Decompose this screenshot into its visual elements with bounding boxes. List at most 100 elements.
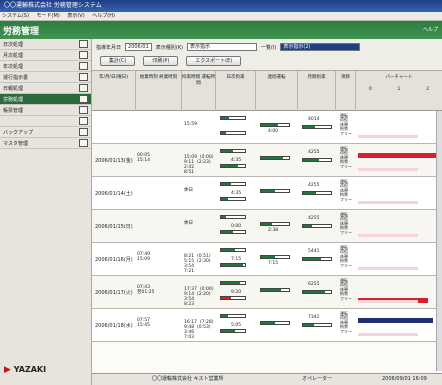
- bar-fill: [221, 132, 226, 134]
- cont-bars: [260, 276, 300, 309]
- sidebar-item-master[interactable]: マスタ管理: [0, 138, 91, 149]
- month-bars: 4014: [300, 111, 340, 144]
- month-bars: 4255: [300, 177, 340, 210]
- status-operator: オペレーター: [302, 376, 333, 382]
- page-title: 労務管理: [3, 27, 40, 37]
- bar: [220, 314, 246, 318]
- month-bars: 5441: [300, 243, 340, 276]
- table-row[interactable]: 2006/01/18(水) 07:57 15:45 16:17 (7:28) 9:4…: [92, 309, 442, 342]
- period-select[interactable]: 2006/01: [125, 43, 152, 51]
- vertical-scrollbar[interactable]: [436, 111, 442, 371]
- status-datetime: 2006/09/01 16:09: [382, 376, 427, 382]
- bar-fill: [221, 165, 238, 167]
- bar: [220, 296, 246, 300]
- chart-icon: [79, 95, 88, 103]
- day-total-bars: 9:20: [217, 276, 257, 309]
- day-total-bars: 4:35: [217, 177, 257, 210]
- table-row[interactable]: 2006/01/13(金) 00:05 15:14 15:09 (0:00) 9:1…: [92, 144, 442, 177]
- menu-view[interactable]: 表示(V): [67, 13, 84, 19]
- sidebar-item-label: 日報処理: [3, 85, 24, 92]
- display-label: 表示種別(K): [155, 44, 183, 51]
- logo-arrow-icon: ▶: [4, 365, 11, 375]
- cont-bars: 7:15: [260, 243, 300, 276]
- bar: [260, 156, 290, 160]
- bar: [260, 123, 290, 127]
- cont-bars: [260, 309, 300, 342]
- display-select[interactable]: 表示指示: [186, 43, 257, 51]
- bar-fill: [261, 157, 284, 159]
- row-date: 2006/01/16(月): [95, 257, 133, 263]
- bar: [220, 131, 246, 135]
- main-panel: 指導年月日 2006/01 表示種別(K) 表示指示 一覧(I) 表示指示(2)…: [92, 39, 442, 385]
- table-icon: [79, 139, 88, 147]
- sidebar-item-report[interactable]: 日報処理: [0, 83, 91, 94]
- sidebar-item-monthly[interactable]: 月次処理: [0, 50, 91, 61]
- bar-fill: [221, 282, 241, 284]
- sidebar-item-label: バックアップ: [3, 129, 34, 136]
- row-date: 2006/01/18(水): [95, 323, 133, 329]
- table-row[interactable]: 15:59 4:00 4014 運転 荷役 休憩 拘束 フリー: [92, 111, 442, 144]
- bar-fill: [221, 330, 236, 332]
- row-value: 4255: [308, 183, 320, 188]
- sidebar-item-label: 年次処理: [3, 63, 24, 70]
- col-continuous: 連続運転: [256, 71, 298, 111]
- sidebar-item-label: 帳票管理: [3, 107, 24, 114]
- sidebar-item-forms[interactable]: 帳票管理: [0, 105, 91, 116]
- col-day-total: 日次拘束: [216, 71, 256, 111]
- sidebar-item-yearly[interactable]: 年次処理: [0, 61, 91, 72]
- row-work: 15:09 (0:00) 9:11 (2:23) 2:42 8:51: [184, 155, 214, 175]
- row-value: 4255: [308, 150, 320, 155]
- bar-fill: [221, 183, 231, 185]
- row-work: 休日: [184, 221, 193, 226]
- day-total-bars: [217, 111, 257, 144]
- bar-chart-band-light: [358, 333, 418, 336]
- table-row[interactable]: 2006/01/17(火) 07:43 翌01:25 17:37 (0:00) 9:…: [92, 276, 442, 309]
- bar-chart-band: [358, 153, 436, 158]
- calendar-icon: [79, 40, 88, 48]
- bar: [302, 224, 332, 228]
- bar: [302, 125, 332, 129]
- status-bar: 〇〇運輸株式会社 キスト営業所 オペレーター 2006/09/01 16:09: [92, 373, 442, 385]
- menu-system[interactable]: システム(S): [2, 13, 29, 19]
- month-bars: 7341: [300, 309, 340, 342]
- aggregate-button[interactable]: 集計(C): [100, 56, 136, 66]
- calendar-icon: [79, 51, 88, 59]
- sidebar-item-label: マスタ管理: [3, 140, 29, 147]
- menu-mode[interactable]: モード(M): [37, 13, 60, 19]
- row-value: 7:15: [268, 261, 279, 266]
- sidebar-item-backup[interactable]: バックアップ: [0, 127, 91, 138]
- sidebar: 日次処理 月次処理 年次処理 運行指示書 日報処理 労務処理 帳票管理 バックア…: [0, 39, 92, 385]
- bar: [220, 230, 246, 234]
- table-row[interactable]: 2006/01/16(月) 07:49 15:09 8:21 (0:51) 5:15…: [92, 243, 442, 276]
- sidebar-item-daily[interactable]: 日次処理: [0, 39, 91, 50]
- help-link[interactable]: ヘルプ: [423, 26, 438, 33]
- sidebar-item-instruction[interactable]: 運行指示書: [0, 72, 91, 83]
- sidebar-item-labor[interactable]: 労務処理: [0, 94, 91, 105]
- row-items: 運転 荷役 休憩 拘束 フリー: [340, 311, 352, 334]
- bar: [260, 288, 290, 292]
- bar: [260, 255, 290, 259]
- bar-chart-band-light: [358, 267, 418, 270]
- row-value: 4:35: [231, 158, 242, 163]
- export-button[interactable]: エクスポート(E): [186, 56, 242, 66]
- bar: [260, 321, 290, 325]
- app-header: 労務管理 ヘルプ: [0, 21, 442, 39]
- scale-1: 1: [397, 87, 401, 92]
- bar-fill: [221, 315, 229, 317]
- bar: [220, 197, 246, 201]
- list-label: 一覧(I): [260, 44, 277, 51]
- bar-chart-band-light: [358, 168, 418, 171]
- table-row[interactable]: 2006/01/15(日) 休日 0:00 2:38 4255 運転 荷役 休憩 拘束 フリー: [92, 210, 442, 243]
- col-work: 拘束時間 運転時間: [182, 71, 216, 111]
- table-row[interactable]: 2006/01/14(土) 休日 4:35 4255 運転 荷役 休憩 拘束 フリー: [92, 177, 442, 210]
- row-value: 5:05: [231, 323, 242, 328]
- sidebar-item-label: 運行指示書: [3, 74, 29, 81]
- month-bars: 6255: [300, 276, 340, 309]
- col-times: 始業時刻 終業時刻: [136, 71, 182, 111]
- bar: [260, 189, 290, 193]
- bar: [220, 149, 246, 153]
- list-select[interactable]: 表示指示(2): [280, 43, 361, 51]
- menu-help[interactable]: ヘルプ(H): [92, 13, 115, 19]
- row-value: 4:00: [268, 129, 279, 134]
- print-button[interactable]: 印刷(P): [143, 56, 179, 66]
